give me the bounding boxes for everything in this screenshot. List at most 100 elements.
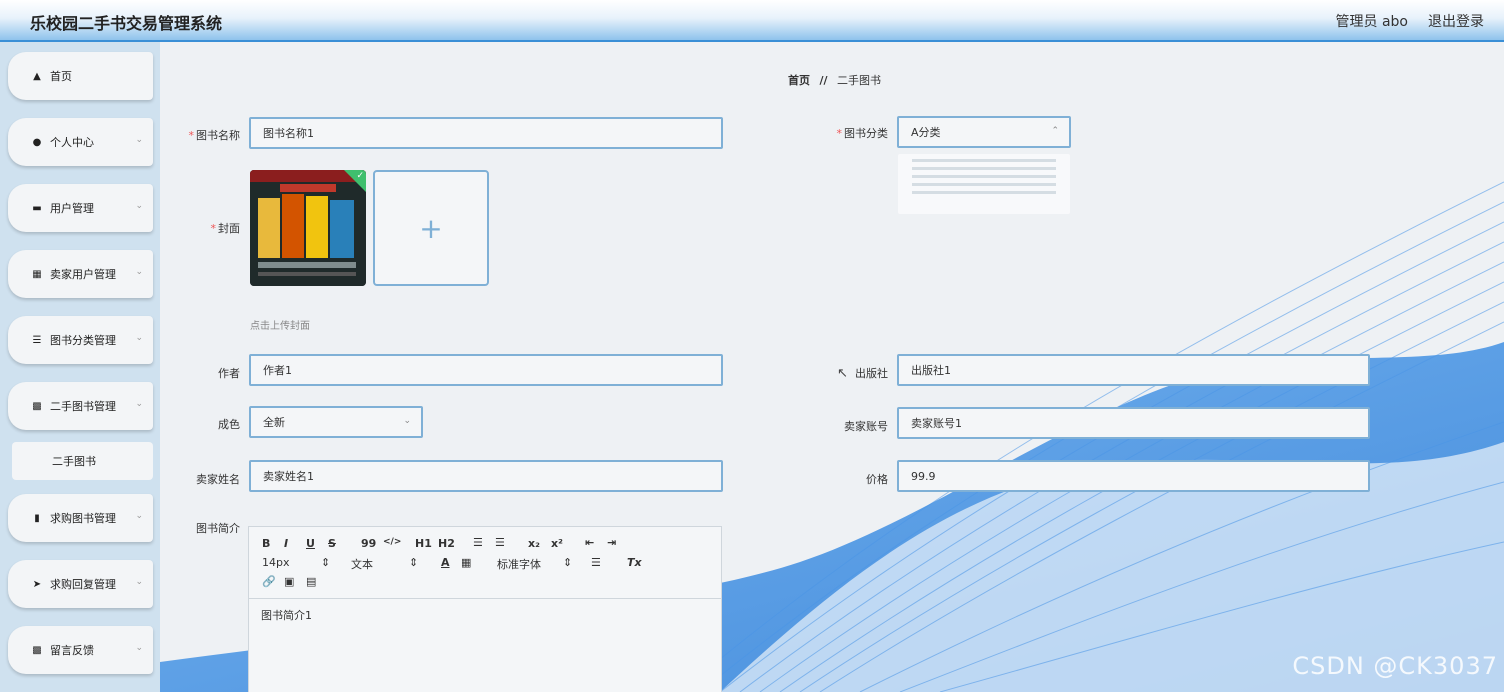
sidebar-item-seller-management[interactable]: ▦ 卖家用户管理 ⌄ (8, 250, 153, 298)
italic-button[interactable]: I (284, 537, 288, 550)
sidebar-item-label: 求购图书管理 (50, 512, 116, 525)
font-size-caret-icon: ⇕ (321, 556, 331, 569)
chevron-down-icon: ⌄ (135, 267, 143, 277)
sidebar-item-home[interactable]: ▲ 首页 (8, 52, 153, 100)
chevron-down-icon: ⌄ (135, 399, 143, 409)
text-style-caret-icon: ⇕ (409, 556, 419, 569)
monitor-icon: ▬ (32, 202, 42, 214)
plus-icon: + (419, 211, 443, 245)
cover-label: * 封面 (210, 222, 241, 235)
background-color-icon[interactable]: ▦ (461, 556, 471, 569)
sidebar-item-personal-center[interactable]: ● 个人中心 ⌄ (8, 118, 153, 166)
author-input[interactable]: 作者1 (249, 354, 723, 386)
csdn-watermark: CSDN @CK3037 (1292, 652, 1498, 680)
chevron-down-icon: ⌄ (135, 135, 143, 145)
user-icon: ● (32, 136, 42, 148)
sidebar-item-wanted-replies[interactable]: ➤ 求购回复管理 ⌄ (8, 560, 153, 608)
ordered-list-icon[interactable]: ☰ (473, 536, 483, 549)
editor-content[interactable]: 图书简介1 (261, 607, 312, 623)
logout-button[interactable]: 退出登录 (1428, 11, 1484, 31)
sidebar-item-label: 图书分类管理 (50, 334, 116, 347)
price-label: 价格 (866, 473, 888, 486)
sidebar-item-feedback[interactable]: ▩ 留言反馈 ⌄ (8, 626, 153, 674)
seller-account-label: 卖家账号 (844, 420, 888, 433)
text-style-select[interactable]: 文本 (351, 556, 373, 572)
sidebar-item-category-management[interactable]: ☰ 图书分类管理 ⌄ (8, 316, 153, 364)
seller-name-input[interactable]: 卖家姓名1 (249, 460, 723, 492)
list-icon: ☰ (32, 334, 42, 346)
editor-toolbar: B I U S 99 </> H1 H2 ☰ ☰ x₂ x² ⇤ ⇥ 14px … (249, 527, 721, 599)
chevron-down-icon: ⌄ (135, 511, 143, 521)
grid-icon: ▩ (32, 400, 42, 412)
chevron-up-icon: ⌃ (1051, 126, 1059, 136)
home-icon: ▲ (33, 70, 41, 82)
category-dropdown-preview (898, 154, 1070, 214)
condition-label: 成色 (218, 418, 240, 431)
sidebar-item-label: 用户管理 (50, 202, 94, 215)
sidebar-item-label: 个人中心 (50, 136, 94, 149)
price-input[interactable]: 99.9 (897, 460, 1370, 492)
grid-icon: ▩ (32, 644, 42, 656)
strikethrough-button[interactable]: S (328, 537, 336, 550)
code-block-button[interactable]: </> (383, 537, 401, 547)
sidebar-item-user-management[interactable]: ▬ 用户管理 ⌄ (8, 184, 153, 232)
category-label: * 图书分类 (836, 127, 889, 140)
chevron-down-icon: ⌄ (403, 416, 411, 426)
cover-image-thumbnail[interactable]: ✓ (250, 170, 366, 286)
publisher-input[interactable]: 出版社1 (897, 354, 1370, 386)
send-icon: ➤ (32, 578, 42, 590)
sidebar-subitem-label: 二手图书 (52, 455, 96, 468)
bullet-list-icon[interactable]: ☰ (495, 536, 505, 549)
font-size-select[interactable]: 14px (262, 556, 290, 569)
intro-label: 图书简介 (196, 522, 240, 535)
sidebar-item-label: 二手图书管理 (50, 400, 116, 413)
cover-upload-button[interactable]: + (373, 170, 489, 286)
link-icon[interactable]: 🔗 (262, 575, 276, 588)
subscript-button[interactable]: x₂ (528, 537, 540, 550)
sidebar-item-book-management[interactable]: ▩ 二手图书管理 ⌄ (8, 382, 153, 430)
blockquote-button[interactable]: 99 (361, 537, 376, 550)
seller-account-input[interactable]: 卖家账号1 (897, 407, 1370, 439)
category-select[interactable]: A分类 ⌃ (897, 116, 1071, 148)
book-name-input[interactable]: 图书名称1 (249, 117, 723, 149)
video-icon[interactable]: ▤ (306, 575, 316, 588)
font-color-icon[interactable]: A (441, 556, 450, 569)
condition-select[interactable]: 全新 ⌄ (249, 406, 423, 438)
app-title: 乐校园二手书交易管理系统 (30, 14, 223, 33)
breadcrumb-home[interactable]: 首页 (788, 74, 810, 87)
cover-upload-hint: 点击上传封面 (250, 321, 310, 332)
superscript-button[interactable]: x² (551, 537, 563, 550)
clear-format-button[interactable]: Tx (627, 556, 642, 569)
publisher-label: 出版社 (855, 367, 888, 380)
sidebar: ▲ 首页 ● 个人中心 ⌄ ▬ 用户管理 ⌄ ▦ 卖家用户管理 ⌄ ☰ 图书分类… (0, 42, 160, 692)
sidebar-item-label: 求购回复管理 (50, 578, 116, 591)
chevron-down-icon: ⌄ (135, 201, 143, 211)
breadcrumb: 首页 // 二手图书 (788, 72, 881, 88)
sidebar-item-label: 首页 (50, 70, 72, 83)
main-content: 首页 // 二手图书 * 图书名称 图书名称1 * 图书分类 A分类 ⌃ * 封面 ✓… (160, 42, 1504, 692)
breadcrumb-separator: // (819, 74, 828, 87)
chevron-down-icon: ⌄ (135, 643, 143, 653)
bold-button[interactable]: B (262, 537, 270, 550)
admin-user-label[interactable]: 管理员 abo (1336, 11, 1408, 31)
chart-icon: ▦ (32, 268, 42, 280)
chevron-down-icon: ⌄ (135, 577, 143, 587)
align-icon[interactable]: ☰ (591, 556, 601, 569)
underline-button[interactable]: U (306, 537, 315, 550)
sidebar-subitem-used-books[interactable]: 二手图书 (12, 442, 153, 480)
indent-icon[interactable]: ⇥ (607, 536, 616, 549)
book-name-label: * 图书名称 (188, 129, 241, 142)
image-icon[interactable]: ▣ (284, 575, 294, 588)
uploaded-check-badge: ✓ (344, 170, 366, 192)
heading2-button[interactable]: H2 (438, 537, 455, 550)
check-icon: ✓ (356, 171, 364, 181)
font-family-select[interactable]: 标准字体 (497, 556, 541, 572)
outdent-icon[interactable]: ⇤ (585, 536, 594, 549)
author-label: 作者 (218, 367, 240, 380)
heading1-button[interactable]: H1 (415, 537, 432, 550)
book-icon: ▮ (34, 512, 40, 524)
seller-name-label: 卖家姓名 (196, 473, 240, 486)
header-user-area: 管理员 abo 退出登录 (1336, 11, 1484, 31)
sidebar-item-wanted-books[interactable]: ▮ 求购图书管理 ⌄ (8, 494, 153, 542)
chevron-down-icon: ⌄ (135, 333, 143, 343)
